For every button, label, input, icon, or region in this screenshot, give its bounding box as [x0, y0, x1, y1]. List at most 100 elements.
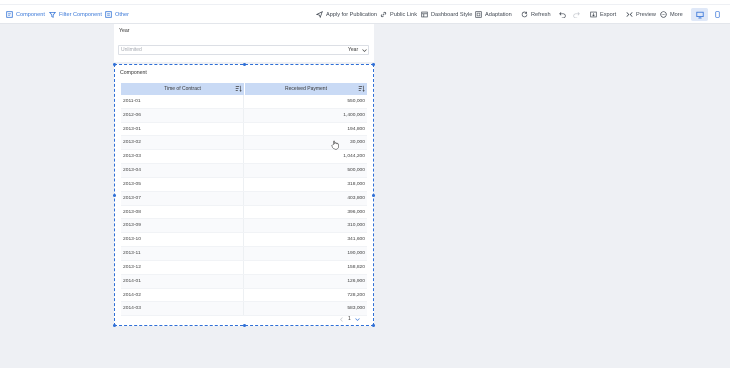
cell-received-payment: 403,800: [347, 195, 365, 201]
resize-handle[interactable]: [243, 324, 246, 327]
top-app-bar: [0, 0, 730, 4]
other-icon: [105, 11, 112, 18]
hand-cursor-icon: [331, 140, 339, 150]
table-row[interactable]: 2013-07 403,800: [121, 191, 367, 206]
cell-time-of-contract: 2012-06: [121, 108, 244, 122]
current-page: 1: [348, 316, 351, 322]
filter-widget[interactable]: [114, 24, 374, 62]
resize-handle[interactable]: [372, 194, 375, 197]
widget-title: Component: [120, 70, 147, 76]
filter-component-button[interactable]: Filter Component: [49, 9, 102, 20]
table-widget[interactable]: Component Time of Contract Received Paym…: [113, 63, 375, 327]
cell-received-payment: 30,000: [350, 140, 365, 146]
apply-publication-button[interactable]: Apply for Publication: [316, 9, 377, 20]
cell-received-payment: 318,000: [347, 181, 365, 187]
cell-received-payment: 1,400,000: [343, 112, 365, 118]
cell-time-of-contract: 2013-10: [121, 233, 244, 247]
chevron-down-icon: [362, 49, 367, 52]
column-header-time[interactable]: Time of Contract: [121, 83, 244, 95]
adaptation-button[interactable]: Adaptation: [475, 9, 512, 20]
cell-received-payment: 126,900: [347, 278, 365, 284]
cell-received-payment: 500,000: [347, 168, 365, 174]
component-button[interactable]: Component: [6, 9, 45, 20]
pagination: 1: [339, 316, 360, 322]
redo-button[interactable]: [571, 9, 581, 20]
table-row[interactable]: 2012-06 1,400,000: [121, 108, 367, 123]
cell-received-payment: 194,800: [347, 126, 365, 132]
resize-handle[interactable]: [372, 63, 375, 66]
table-header: Time of Contract Received Payment: [121, 83, 367, 95]
cell-received-payment: 158,820: [347, 264, 365, 270]
table-row[interactable]: 2013-08 396,000: [121, 205, 367, 220]
table-body: 2011-01 550,000 2012-06 1,400,000 2013-01 194…: [121, 95, 367, 317]
send-icon: [316, 11, 323, 18]
table-row[interactable]: 2013-04 500,000: [121, 164, 367, 178]
table-row[interactable]: 2011-01 550,000: [121, 95, 367, 109]
other-button[interactable]: Other: [105, 9, 129, 20]
phone-icon: [714, 11, 720, 18]
resize-handle[interactable]: [113, 194, 116, 197]
cell-received-payment: 310,000: [347, 223, 365, 229]
export-button[interactable]: Export: [590, 9, 616, 20]
cell-received-payment: 190,000: [347, 251, 365, 257]
mobile-view-button[interactable]: [712, 9, 722, 20]
cell-time-of-contract: 2013-01: [121, 122, 244, 136]
cell-time-of-contract: 2014-01: [121, 274, 244, 288]
more-button[interactable]: More: [660, 9, 683, 20]
cell-time-of-contract: 2014-03: [121, 302, 244, 316]
monitor-icon: [695, 11, 704, 18]
cell-time-of-contract: 2013-12: [121, 260, 244, 274]
table-row[interactable]: 2014-01 126,900: [121, 274, 367, 289]
column-header-payment[interactable]: Received Payment: [244, 83, 367, 95]
year-filter-select[interactable]: Unlimited Year: [118, 45, 369, 55]
style-icon: [421, 11, 428, 18]
cell-received-payment: 1,044,200: [343, 154, 365, 160]
refresh-button[interactable]: Refresh: [521, 9, 551, 20]
resize-handle[interactable]: [113, 63, 116, 66]
table-row[interactable]: 2013-05 318,000: [121, 177, 367, 192]
cell-time-of-contract: 2013-11: [121, 247, 244, 260]
cell-time-of-contract: 2013-03: [121, 150, 244, 164]
resize-handle[interactable]: [243, 63, 246, 66]
resize-handle[interactable]: [372, 324, 375, 327]
chevron-down-icon[interactable]: [355, 317, 360, 322]
table-row[interactable]: 2014-02 728,200: [121, 288, 367, 303]
sort-icon[interactable]: [358, 85, 365, 92]
sort-icon[interactable]: [235, 85, 242, 92]
table-row[interactable]: 2013-09 310,000: [121, 219, 367, 234]
cell-received-payment: 583,000: [347, 306, 365, 312]
cell-time-of-contract: 2013-02: [121, 136, 244, 150]
cell-time-of-contract: 2013-09: [121, 219, 244, 233]
link-icon: [380, 11, 387, 18]
export-icon: [590, 11, 597, 18]
component-icon: [6, 11, 13, 18]
redo-icon: [572, 12, 580, 18]
cell-time-of-contract: 2013-04: [121, 164, 244, 177]
table-row[interactable]: 2013-12 158,820: [121, 260, 367, 275]
public-link-button[interactable]: Public Link: [380, 9, 417, 20]
table-row[interactable]: 2013-11 190,000: [121, 247, 367, 261]
adaptation-icon: [475, 11, 482, 18]
cell-time-of-contract: 2013-05: [121, 177, 244, 191]
desktop-view-button[interactable]: [691, 8, 708, 21]
cell-received-payment: 550,000: [347, 98, 365, 104]
more-icon: [660, 11, 667, 18]
table-row[interactable]: 2014-03 583,000: [121, 302, 367, 317]
cell-received-payment: 728,200: [347, 292, 365, 298]
preview-icon: [626, 12, 633, 17]
table-row[interactable]: 2013-01 194,800: [121, 122, 367, 137]
chevron-left-icon[interactable]: [339, 316, 344, 322]
undo-icon: [558, 12, 566, 18]
data-table: Time of Contract Received Payment 2011-0…: [121, 83, 367, 317]
preview-button[interactable]: Preview: [626, 9, 656, 20]
filter-placeholder: Unlimited: [121, 47, 142, 53]
table-row[interactable]: 2013-03 1,044,200: [121, 150, 367, 165]
resize-handle[interactable]: [113, 324, 116, 327]
filter-unit: Year: [348, 47, 359, 53]
dashboard-style-button[interactable]: Dashboard Style: [421, 9, 472, 20]
table-row[interactable]: 2013-10 341,600: [121, 233, 367, 248]
cell-time-of-contract: 2013-08: [121, 205, 244, 219]
cell-received-payment: 341,600: [347, 237, 365, 243]
cell-time-of-contract: 2011-01: [121, 95, 244, 108]
undo-button[interactable]: [557, 9, 567, 20]
